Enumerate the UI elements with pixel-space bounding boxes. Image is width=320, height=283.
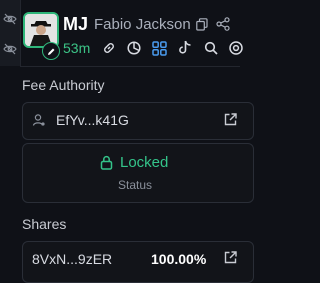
tiktok-icon[interactable] bbox=[178, 40, 192, 55]
link-icon[interactable] bbox=[102, 41, 116, 55]
status-card bbox=[22, 143, 254, 203]
at-icon[interactable] bbox=[229, 41, 243, 55]
edit-badge[interactable] bbox=[42, 42, 60, 60]
shares-heading: Shares bbox=[22, 216, 67, 232]
status-value: Locked bbox=[120, 154, 169, 171]
share-icon[interactable] bbox=[216, 17, 230, 31]
token-symbol: MJ bbox=[63, 14, 89, 34]
eye-off-icon[interactable] bbox=[3, 42, 17, 56]
pencil-icon bbox=[47, 48, 54, 55]
pie-chart-icon[interactable] bbox=[127, 41, 141, 55]
side-rail bbox=[0, 0, 21, 66]
fee-authority-address: EfYv...k41G bbox=[56, 112, 129, 128]
user-icon bbox=[32, 114, 45, 126]
share-address: 8VxN...9zER bbox=[32, 251, 113, 267]
header-divider bbox=[20, 66, 240, 67]
copy-icon[interactable] bbox=[196, 18, 208, 31]
token-name: Fabio Jackson bbox=[94, 16, 191, 33]
token-age: 53m bbox=[63, 40, 91, 56]
eye-off-icon[interactable] bbox=[3, 12, 17, 26]
share-percent: 100.00% bbox=[151, 251, 207, 267]
lock-icon bbox=[100, 155, 113, 170]
search-icon[interactable] bbox=[204, 41, 218, 55]
external-link-icon[interactable] bbox=[224, 113, 237, 126]
fee-authority-heading: Fee Authority bbox=[22, 77, 105, 93]
status-label: Status bbox=[117, 178, 153, 192]
external-link-icon[interactable] bbox=[224, 251, 237, 264]
grid-icon[interactable] bbox=[152, 41, 167, 56]
